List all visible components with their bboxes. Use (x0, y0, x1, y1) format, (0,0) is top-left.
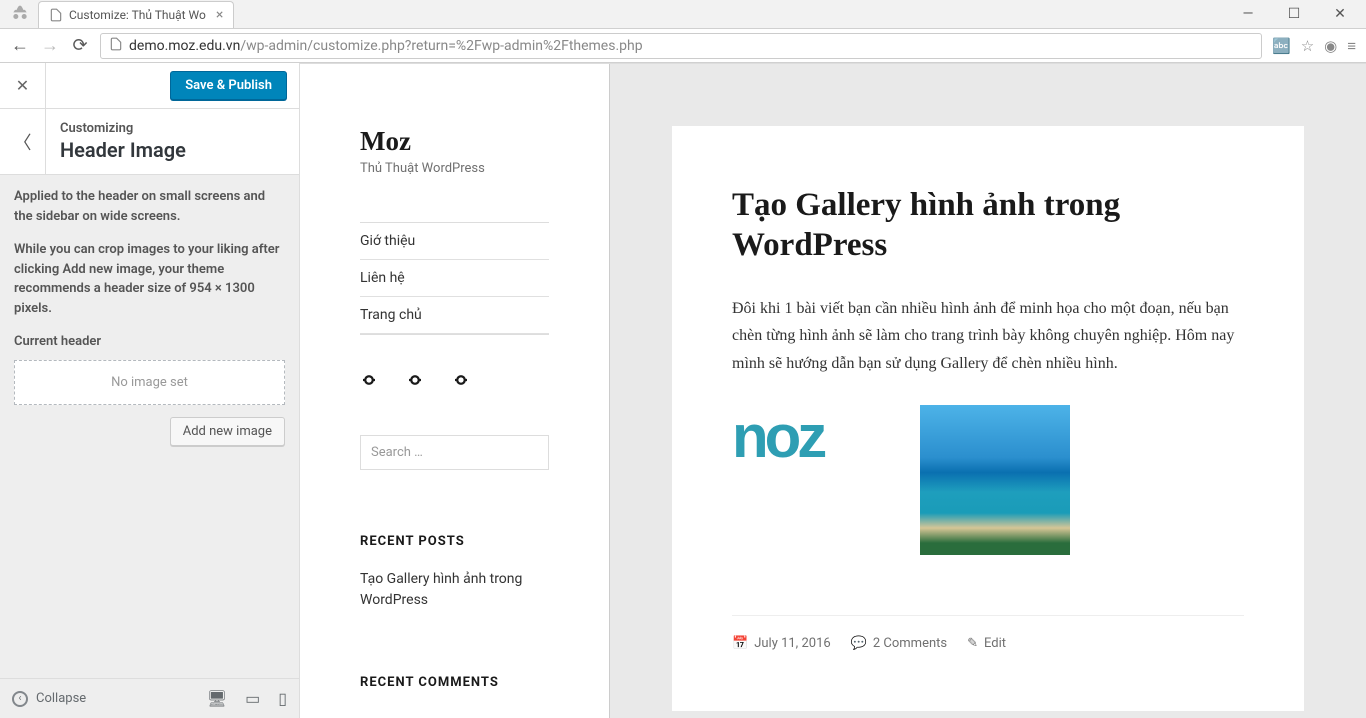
post-gallery: noz (732, 405, 1244, 555)
mobile-preview-icon[interactable]: ▯ (278, 689, 287, 708)
section-header: 〈 Customizing Header Image (0, 109, 299, 175)
toolbar-right: 🔤 ☆ ◉ ≡ (1272, 37, 1356, 55)
maximize-button[interactable]: ☐ (1280, 6, 1308, 22)
social-icon[interactable] (360, 371, 378, 389)
tab-close-icon[interactable]: × (216, 7, 223, 23)
customizer-footer: ‹ Collapse 🖥 ▭ ▯ (0, 678, 299, 718)
calendar-icon: 📅 (732, 636, 748, 651)
customizer-topbar: ✕ Save & Publish (0, 63, 299, 109)
incognito-icon (8, 2, 32, 26)
forward-button[interactable]: → (40, 35, 60, 56)
minimize-button[interactable]: ― (1234, 6, 1262, 22)
recent-posts-heading: RECENT POSTS (360, 534, 549, 549)
recent-comments-heading: RECENT COMMENTS (360, 675, 549, 690)
post-title[interactable]: Tạo Gallery hình ảnh trong WordPress (732, 186, 1244, 265)
search-input[interactable]: Search … (360, 435, 549, 470)
extension-icon[interactable]: ◉ (1324, 37, 1337, 55)
reload-button[interactable]: ⟳ (70, 35, 90, 56)
browser-toolbar: ← → ⟳ demo.moz.edu.vn/wp-admin/customize… (0, 28, 1366, 62)
customizer-body: Applied to the header on small screens a… (0, 175, 299, 458)
preview-pane: Moz Thủ Thuật WordPress Giớ thiệu Liên h… (300, 63, 1366, 718)
collapse-label: Collapse (36, 691, 86, 706)
edit-icon: ✎ (967, 636, 978, 651)
device-preview-icons: 🖥 ▭ ▯ (207, 689, 287, 708)
header-desc-2: While you can crop images to your liking… (14, 240, 285, 318)
site-tagline: Thủ Thuật WordPress (360, 161, 549, 176)
page-icon (49, 8, 63, 22)
bookmark-icon[interactable]: ☆ (1301, 37, 1314, 55)
site-sidebar: Moz Thủ Thuật WordPress Giớ thiệu Liên h… (300, 64, 610, 718)
site-main: Tạo Gallery hình ảnh trong WordPress Đôi… (610, 64, 1366, 718)
customizing-label: Customizing (60, 121, 186, 136)
translate-icon[interactable]: 🔤 (1272, 37, 1291, 55)
close-customizer-button[interactable]: ✕ (0, 63, 46, 108)
collapse-control[interactable]: ‹ Collapse (12, 691, 86, 707)
post-comments[interactable]: 💬2 Comments (851, 636, 947, 651)
current-header-label: Current header (14, 332, 285, 352)
gallery-image[interactable]: noz (732, 405, 892, 469)
post-excerpt: Đôi khi 1 bài viết bạn cần nhiều hình ản… (732, 295, 1244, 377)
window-controls: ― ☐ ✕ (1234, 6, 1366, 22)
comment-icon: 💬 (851, 636, 867, 651)
menu-icon[interactable]: ≡ (1347, 37, 1356, 55)
back-section-button[interactable]: 〈 (0, 109, 46, 174)
social-icon[interactable] (452, 371, 470, 389)
social-icons (360, 371, 549, 389)
workspace: ✕ Save & Publish 〈 Customizing Header Im… (0, 63, 1366, 718)
address-bar[interactable]: demo.moz.edu.vn/wp-admin/customize.php?r… (100, 33, 1262, 59)
tablet-preview-icon[interactable]: ▭ (245, 689, 260, 708)
customizer-panel: ✕ Save & Publish 〈 Customizing Header Im… (0, 63, 300, 718)
header-desc-1: Applied to the header on small screens a… (14, 187, 285, 226)
section-title: Header Image (60, 138, 186, 162)
post-meta: 📅July 11, 2016 💬2 Comments ✎Edit (732, 615, 1244, 651)
page-info-icon (109, 37, 123, 55)
nav-item[interactable]: Liên hệ (360, 260, 549, 297)
nav-item[interactable]: Trang chủ (360, 297, 549, 334)
no-image-placeholder: No image set (14, 360, 285, 406)
gallery-image[interactable] (920, 405, 1070, 555)
url-host: demo.moz.edu.vn (129, 38, 240, 54)
recent-post-link[interactable]: Tạo Gallery hình ảnh trong WordPress (360, 569, 549, 611)
desktop-preview-icon[interactable]: 🖥 (207, 689, 227, 708)
browser-tab[interactable]: Customize: Thủ Thuật Wo × (38, 1, 234, 28)
divider (360, 334, 549, 335)
post-edit[interactable]: ✎Edit (967, 636, 1006, 651)
back-button[interactable]: ← (10, 35, 30, 56)
site-title[interactable]: Moz (360, 126, 549, 157)
collapse-icon: ‹ (12, 691, 28, 707)
url-path: /wp-admin/customize.php?return=%2Fwp-adm… (240, 38, 642, 54)
post-card: Tạo Gallery hình ảnh trong WordPress Đôi… (672, 126, 1304, 711)
nav-item[interactable]: Giớ thiệu (360, 223, 549, 260)
primary-nav: Giớ thiệu Liên hệ Trang chủ (360, 223, 549, 334)
social-icon[interactable] (406, 371, 424, 389)
tab-bar: Customize: Thủ Thuật Wo × ― ☐ ✕ (0, 0, 1366, 28)
tab-title: Customize: Thủ Thuật Wo (69, 8, 206, 22)
save-publish-button[interactable]: Save & Publish (170, 71, 287, 100)
post-date[interactable]: 📅July 11, 2016 (732, 636, 831, 651)
browser-chrome: Customize: Thủ Thuật Wo × ― ☐ ✕ ← → ⟳ de… (0, 0, 1366, 63)
add-new-image-button[interactable]: Add new image (170, 417, 285, 446)
close-window-button[interactable]: ✕ (1326, 6, 1354, 22)
